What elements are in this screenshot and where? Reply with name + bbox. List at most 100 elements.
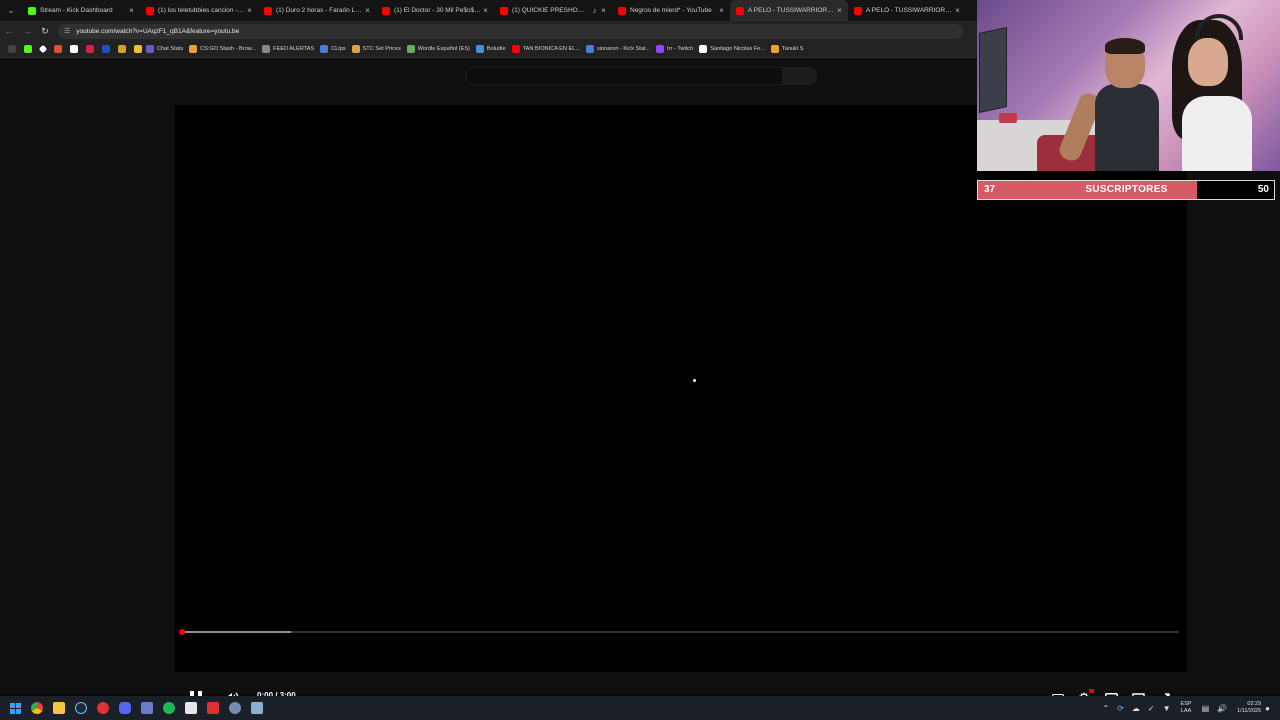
progress-scrubber[interactable] <box>179 629 185 635</box>
bookmark-icon <box>406 45 415 53</box>
browser-tab-strip: ⌄ Stream - Kick Dashboard × (1) los teletu… <box>0 0 980 21</box>
tab-close-icon[interactable]: × <box>835 6 844 15</box>
bookmark-item[interactable]: CS:GO Stash - Brow... <box>189 45 256 53</box>
tray-app-icon[interactable]: ✓ <box>1148 704 1155 713</box>
steam-icon[interactable] <box>70 696 92 720</box>
webcam-person-right <box>1172 20 1262 171</box>
usb-icon[interactable]: ▼ <box>1163 704 1171 713</box>
progress-bar[interactable] <box>179 629 1179 635</box>
url-text: youtube.com/watch?v=UAqzF1_qB1A&feature=… <box>76 27 240 35</box>
language-indicator[interactable]: ESP LAA <box>1181 701 1192 715</box>
tab-title: (1) QUICKIE PRESHOW (FLO <box>512 7 590 14</box>
tab-favicon-icon <box>854 6 862 15</box>
bookmark-item[interactable]: FEED ALERTAS <box>262 45 314 53</box>
reload-icon[interactable]: ↻ <box>36 26 54 37</box>
browser-tab[interactable]: Negros de mierd* - YouTube × <box>612 0 730 21</box>
tab-title: (1) El Doctor - 30 Mil Pe$o$ - Y <box>394 7 481 14</box>
browser-tab[interactable]: (1) los teletubbies cancion - Yo × <box>140 0 258 21</box>
chrome-icon[interactable] <box>26 696 48 720</box>
bookmark-item[interactable]: CLips <box>320 45 346 53</box>
file-explorer-icon[interactable] <box>48 696 70 720</box>
browser-tab[interactable]: (1) El Doctor - 30 Mil Pe$o$ - Y × <box>376 0 494 21</box>
address-bar[interactable]: ☰ youtube.com/watch?v=UAqzF1_qB1A&featur… <box>58 23 963 39</box>
forward-icon[interactable]: → <box>18 26 36 36</box>
bookmark-icon[interactable] <box>70 45 78 53</box>
kick-bookmark-icon[interactable] <box>24 45 32 53</box>
app-icon[interactable] <box>246 696 268 720</box>
browser-tab[interactable]: (1) QUICKIE PRESHOW (FLO♪× <box>494 0 612 21</box>
tray-app-icon[interactable]: ⟳ <box>1117 704 1124 713</box>
obs-icon[interactable] <box>180 696 202 720</box>
tab-title: Stream - Kick Dashboard <box>40 7 113 14</box>
apps-icon[interactable] <box>8 45 16 53</box>
tab-favicon-icon <box>28 6 36 15</box>
clock[interactable]: 02:29 1/11/2025 <box>1237 701 1261 715</box>
bookmark-icon[interactable] <box>102 45 110 53</box>
bookmark-item[interactable]: Wordle Español (ES) <box>406 45 470 53</box>
search-input[interactable] <box>465 67 783 85</box>
spotify-icon[interactable] <box>158 696 180 720</box>
bookmark-item[interactable]: Boludle <box>475 45 506 53</box>
tray-app-icon[interactable]: ☁ <box>1132 704 1140 713</box>
bookmark-item[interactable]: sionaron - Kick Stat... <box>586 45 650 53</box>
tab-search-icon[interactable]: ⌄ <box>0 0 22 21</box>
bookmark-item[interactable]: Santiago Nicolas Fe... <box>699 45 765 53</box>
tab-audio-icon[interactable]: ♪ <box>590 6 599 15</box>
bookmark-icon <box>320 45 329 53</box>
bookmark-icon <box>770 45 779 53</box>
bookmark-icon[interactable] <box>118 45 126 53</box>
discord-icon[interactable] <box>114 696 136 720</box>
volume-icon[interactable]: 🔊 <box>1217 704 1227 713</box>
search-button[interactable] <box>783 67 817 85</box>
tab-title: A PELO - TUSSIWARRIORS (VIC <box>748 7 835 14</box>
tab-title: (1) Duro 2 horas - Faraón Love <box>276 7 363 14</box>
browser-tab[interactable]: A PELO - TUSSIWARRIORS (VIC× <box>730 0 848 21</box>
tab-title: Negros de mierd* - YouTube <box>630 7 712 14</box>
network-icon[interactable]: ▤ <box>1202 704 1210 713</box>
tab-title: A PELO - TUSSIWARRIORS (VIC <box>866 7 953 14</box>
diamond-bookmark-icon[interactable] <box>38 44 48 54</box>
chevron-up-icon[interactable]: ⌃ <box>1103 704 1110 713</box>
app-icon[interactable] <box>136 696 158 720</box>
tab-close-icon[interactable]: × <box>717 6 726 15</box>
tab-close-icon[interactable]: × <box>127 6 136 15</box>
bookmark-label: Chat Stats <box>157 46 184 52</box>
app-icon[interactable] <box>92 696 114 720</box>
app-icon[interactable] <box>224 696 246 720</box>
tab-favicon-icon <box>146 6 154 15</box>
tab-close-icon[interactable]: × <box>363 6 372 15</box>
browser-tab[interactable]: A PELO - TUSSIWARRIORS (VIC× <box>848 0 966 21</box>
bookmark-item[interactable]: Chat Stats <box>146 45 183 53</box>
tab-favicon-icon <box>618 6 626 15</box>
bookmark-icon[interactable] <box>134 45 142 53</box>
tab-close-icon[interactable]: × <box>953 6 962 15</box>
browser-tab[interactable]: Stream - Kick Dashboard × <box>22 0 140 21</box>
bookmark-item[interactable]: TAN BIONICA EN EL... <box>511 45 580 53</box>
webcam-person-left <box>1056 38 1159 171</box>
tab-favicon-icon <box>500 6 508 15</box>
bookmark-label: CLips <box>331 46 346 52</box>
bookmark-icon <box>656 45 665 53</box>
tab-title: (1) los teletubbies cancion - Yo <box>158 7 245 14</box>
app-icon[interactable] <box>202 696 224 720</box>
site-info-icon[interactable]: ☰ <box>64 27 70 35</box>
sub-goal-bar: 37 SUSCRIPTORES 50 <box>977 180 1275 200</box>
bookmark-item[interactable]: STC Set Prices <box>351 45 401 53</box>
back-icon[interactable]: ← <box>0 26 18 36</box>
headset-icon <box>1195 14 1243 40</box>
notification-bell-icon[interactable]: ● <box>1265 704 1270 713</box>
bookmark-icon <box>262 45 271 53</box>
system-tray: ⌃ ⟳ ☁ ✓ ▼ ESP LAA ▤ 🔊 02:29 1/11/2025 ● <box>1099 696 1274 720</box>
bookmark-item[interactable]: trr - Twitch <box>656 45 693 53</box>
tab-close-icon[interactable]: × <box>481 6 490 15</box>
bookmark-icon[interactable] <box>86 45 94 53</box>
webcam-object <box>999 113 1017 123</box>
windows-start-icon[interactable] <box>4 696 26 720</box>
tab-close-icon[interactable]: × <box>245 6 254 15</box>
progress-buffered <box>181 631 291 633</box>
browser-tab[interactable]: (1) Duro 2 horas - Faraón Love × <box>258 0 376 21</box>
bookmark-icon[interactable] <box>54 45 62 53</box>
bookmark-label: TAN BIONICA EN EL... <box>522 46 580 52</box>
bookmark-item[interactable]: Tanuki S <box>770 45 803 53</box>
tab-close-icon[interactable]: × <box>599 6 608 15</box>
